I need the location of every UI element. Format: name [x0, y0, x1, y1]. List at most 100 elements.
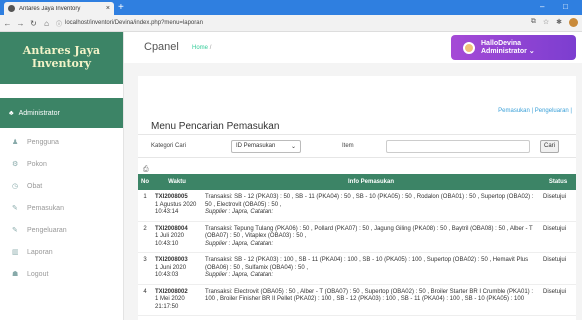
- row-status: Disetujui: [540, 190, 576, 222]
- header-status: Status: [540, 174, 576, 190]
- sidebar-item-label: Laporan: [27, 248, 53, 256]
- favicon-icon: [8, 5, 15, 12]
- report-card: Pemasukan | Pengeluaran | Menu Pencarian…: [138, 76, 576, 320]
- row-date: 1 Juli 2020: [155, 233, 185, 239]
- row-date: 1 Juni 2020: [155, 264, 187, 271]
- item-label: Item: [342, 143, 354, 149]
- sidebar-item-pengguna[interactable]: ♟ Pengguna: [0, 131, 123, 153]
- search-form: Kategori Cari ID Pemasukan ⌄ Item Cari: [138, 134, 576, 158]
- sidebar-item-label: Logout: [27, 270, 49, 278]
- url-text: localhost/inventori/Devina/index.php?men…: [65, 20, 203, 26]
- row-time: 10:43:10: [155, 240, 179, 247]
- breadcrumb-home[interactable]: Home: [192, 45, 208, 51]
- item-input[interactable]: [386, 140, 530, 153]
- address-bar: ← → ↻ ⌂ ⓘ localhost/inventori/Devina/ind…: [0, 15, 582, 32]
- row-waktu: TXI2008003 1 Juni 2020 10:43:03: [152, 252, 202, 285]
- table-header-row: No Waktu Info Pemasukan Status: [138, 174, 576, 190]
- table-row: 1 TXI2008005 1 Agustus 2020 10:43:14 Tra…: [138, 190, 576, 222]
- minimize-button[interactable]: –: [540, 2, 544, 11]
- sidebar-item-obat[interactable]: ◷ Obat: [0, 175, 123, 197]
- brand-line1: Antares Jaya: [22, 44, 101, 57]
- row-info: Transaksi: SB - 12 (PKA03) : 50 , SB - 1…: [202, 190, 540, 222]
- profile-avatar[interactable]: [569, 18, 578, 27]
- row-time: 10:43:14: [155, 209, 179, 215]
- sidebar-item-pokon[interactable]: ⚙ Pokon: [0, 153, 123, 175]
- row-no: 4: [138, 284, 152, 316]
- kategori-select[interactable]: ID Pemasukan ⌄: [231, 140, 301, 153]
- row-no: 2: [138, 221, 152, 253]
- user-greeting: HalloDevina: [481, 39, 522, 47]
- back-icon[interactable]: ←: [2, 19, 13, 28]
- row-status: Disetujui: [540, 252, 576, 285]
- sidebar-item-laporan[interactable]: ▥ Laporan: [0, 241, 123, 263]
- avatar: [463, 41, 475, 54]
- sidebar-item-pemasukan[interactable]: ✎ Pemasukan: [0, 197, 123, 219]
- row-waktu: TXI2008004 1 Juli 2020 10:43:10: [152, 221, 202, 253]
- row-transaksi: Transaksi: SB - 12 (PKA03) : 50 , SB - 1…: [205, 194, 534, 208]
- row-transaksi: Transaksi: SB - 12 (PKA03) : 100 , SB - …: [205, 257, 529, 271]
- sidebar-item-logout[interactable]: ☗ Logout: [0, 263, 123, 285]
- row-transaksi: Transaksi: Tepung Tulang (PKA06) : 50 , …: [205, 225, 533, 240]
- user-menu[interactable]: HalloDevina Administrator ⌄: [451, 35, 576, 60]
- row-code: TXI2008005: [155, 194, 188, 200]
- row-no: 3: [138, 252, 152, 285]
- sidebar-item-label: Pokon: [27, 160, 47, 168]
- users-icon: ♣: [9, 109, 14, 117]
- row-waktu: TXI2008002 1 Mei 2020 21:17:50: [152, 284, 202, 316]
- sidebar: Antares Jaya Inventory ♣ Administrator ♟…: [0, 32, 124, 320]
- brand-line2: Inventory: [31, 57, 92, 70]
- sidebar-item-label: Pengeluaran: [27, 226, 67, 234]
- row-date: 1 Agustus 2020: [155, 201, 197, 208]
- kategori-label: Kategori Cari: [151, 143, 187, 149]
- chart-icon: ▥: [12, 249, 19, 256]
- browser-tabbar: Antares Jaya Inventory × + – □: [0, 0, 582, 15]
- extensions-icon[interactable]: ✱: [556, 18, 562, 27]
- row-time: 10:43:03: [155, 272, 179, 278]
- star-icon[interactable]: ☆: [543, 18, 549, 27]
- sidebar-item-label: Pemasukan: [27, 204, 64, 212]
- info-icon[interactable]: ⓘ: [56, 19, 62, 28]
- new-tab-button[interactable]: +: [118, 2, 124, 13]
- print-icon[interactable]: ⎙: [143, 166, 149, 174]
- url-field[interactable]: ⓘ localhost/inventori/Devina/index.php?m…: [56, 19, 203, 28]
- row-code: TXI2008002: [155, 288, 188, 295]
- user-role: Administrator ⌄: [481, 47, 535, 55]
- kategori-selected: ID Pemasukan: [236, 143, 276, 149]
- header-info: Info Pemasukan: [202, 174, 540, 190]
- breadcrumb: Home /: [192, 45, 211, 51]
- sidebar-user: ♣ Administrator: [0, 98, 123, 128]
- translate-icon[interactable]: ⧉: [531, 18, 536, 27]
- browser-tab[interactable]: Antares Jaya Inventory ×: [4, 2, 114, 15]
- breadcrumb-separator: /: [209, 45, 212, 51]
- forward-icon[interactable]: →: [15, 19, 26, 28]
- table-row: 4 TXI2008002 1 Mei 2020 21:17:50 Transak…: [138, 284, 576, 316]
- main-content: Pemasukan | Pengeluaran | Menu Pencarian…: [124, 63, 582, 320]
- row-transaksi: Transaksi: Electrovit (OBA05) : 50 , Alb…: [205, 288, 534, 303]
- row-waktu: TXI2008005 1 Agustus 2020 10:43:14: [152, 190, 202, 222]
- row-status: Disetujui: [540, 221, 576, 253]
- sidebar-item-pengeluaran[interactable]: ✎ Pengeluaran: [0, 219, 123, 241]
- sidebar-user-label: Administrator: [18, 109, 60, 117]
- maximize-button[interactable]: □: [563, 2, 568, 11]
- reload-icon[interactable]: ↻: [28, 19, 39, 28]
- user-icon: ♟: [12, 139, 19, 146]
- tab-title: Antares Jaya Inventory: [19, 5, 81, 12]
- row-status: Disetujui: [540, 284, 576, 316]
- home-icon[interactable]: ⌂: [41, 19, 52, 28]
- row-supplier: Supplier : Japra, Catatan:: [205, 209, 274, 215]
- header-waktu: Waktu: [152, 174, 202, 190]
- table-row: 3 TXI2008003 1 Juni 2020 10:43:03 Transa…: [138, 252, 576, 285]
- wrench-icon: ✎: [12, 205, 18, 212]
- pemasukan-table: No Waktu Info Pemasukan Status 1 TXI2008…: [138, 174, 576, 316]
- topbar: Cpanel Home / HalloDevina Administrator …: [124, 32, 582, 63]
- chevron-down-icon: ⌄: [290, 144, 296, 150]
- wrench-icon: ✎: [12, 227, 18, 234]
- sidebar-item-label: Obat: [27, 182, 43, 190]
- row-time: 21:17:50: [155, 303, 179, 310]
- clock-icon: ◷: [12, 183, 19, 190]
- report-links[interactable]: Pemasukan | Pengeluaran |: [498, 108, 572, 114]
- header-no: No: [138, 174, 152, 190]
- search-button[interactable]: Cari: [540, 140, 559, 153]
- tab-close-button[interactable]: ×: [106, 5, 110, 12]
- brand-logo: Antares Jaya Inventory: [0, 32, 123, 84]
